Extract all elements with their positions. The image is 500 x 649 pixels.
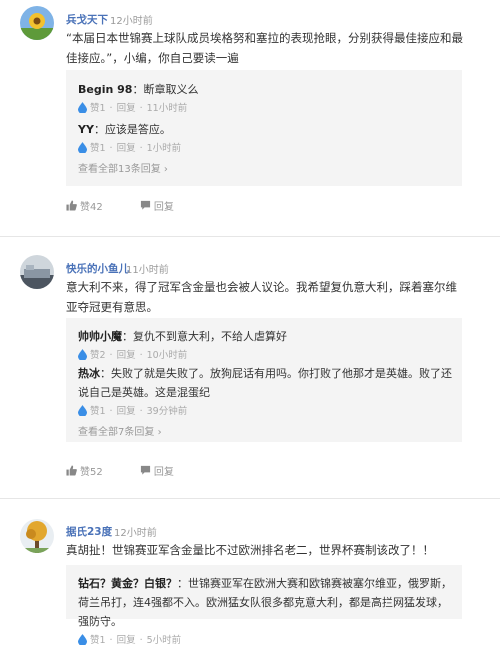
comment-actions: 赞42 回复 (66, 198, 208, 214)
reply-item: 热冰：失败了就是失败了。放狗屁话有用吗。你打败了他那才是英雄。败了还说自己是英雄… (78, 367, 452, 417)
reply-box: 帅帅小魔：复仇不到意大利，不给人虐算好 赞2 · 回复 · 10小时前 热冰：失败了就是… (66, 318, 462, 442)
reply-author[interactable]: 帅帅小魔 (78, 330, 122, 343)
reply-action-label: 回复 (153, 202, 174, 213)
reply-button[interactable]: 回复 (117, 103, 136, 114)
reply-text: 失败了就是失败了。放狗屁话有用吗。你打败了他那才是英雄。败了还说自己是英雄。这是… (78, 367, 452, 399)
thumbs-up-icon (66, 200, 77, 211)
reply-separator: ： (93, 123, 105, 136)
reply-button[interactable]: 回复 (117, 406, 136, 417)
reply-button[interactable]: 回复 (117, 635, 136, 646)
reply-item: Begin 98：断章取义么 赞1 · 回复 · 11小时前 (78, 83, 199, 114)
reply-button[interactable]: 回复 (117, 350, 136, 361)
username[interactable]: 兵戈天下 (66, 12, 108, 27)
reply-action-label: 回复 (153, 467, 174, 478)
reply-item: 钻石？黄金？白银？：世锦赛亚军在欧洲大赛和欧锦赛被塞尔维亚，俄罗斯，荷兰吊打，连… (78, 577, 452, 646)
reply-box: 钻石？黄金？白银？：世锦赛亚军在欧洲大赛和欧锦赛被塞尔维亚，俄罗斯，荷兰吊打，连… (66, 565, 462, 646)
username[interactable]: 快乐的小鱼儿 (66, 261, 129, 276)
view-all-replies-label: 查看全部7条回复 (78, 427, 155, 438)
reply-author[interactable]: 热冰 (78, 367, 100, 380)
reply-author[interactable]: Begin 98 (78, 83, 132, 96)
reply-like-count[interactable]: 赞2 (90, 350, 106, 361)
avatar[interactable] (20, 6, 54, 40)
comment-text: 意大利不来，得了冠军含金量也会被人议论。我希望复仇意大利，踩着塞尔维亚夺冠更有意… (66, 280, 457, 314)
comment-time: 12小时前 (110, 16, 153, 27)
comment-bubble-icon (140, 465, 151, 475)
reply-time: 39分钟前 (146, 406, 188, 417)
chevron-right-icon: › (163, 164, 168, 175)
like-button[interactable]: 赞52 (66, 463, 103, 478)
avatar[interactable] (20, 255, 54, 289)
like-drop-icon[interactable] (78, 142, 87, 153)
like-drop-icon[interactable] (78, 634, 87, 645)
reply-action-button[interactable]: 回复 (140, 198, 174, 213)
like-button[interactable]: 赞42 (66, 198, 103, 213)
reply-separator: ： (122, 330, 133, 343)
comment-text: 真胡扯！世锦赛亚军含金量比不过欧洲排名老二，世界杯赛制该改了！！ (66, 543, 434, 557)
view-all-replies-link[interactable]: 查看全部7条回复 › (78, 423, 162, 438)
reply-text: 断章取义么 (143, 83, 199, 96)
comment-actions: 赞52 回复 (66, 463, 208, 479)
comment-item: 快乐的小鱼儿 11小时前 意大利不来，得了冠军含金量也会被人议论。我希望复仇意大… (0, 237, 500, 480)
reply-text: 复仇不到意大利，不给人虐算好 (133, 330, 287, 343)
reply-like-count[interactable]: 赞1 (90, 406, 106, 417)
comment-item: 兵戈天下 12小时前 “本届日本世锦赛上球队成员埃格努和塞拉的表现抢眼，分别获得… (0, 0, 500, 230)
reply-like-count[interactable]: 赞1 (90, 143, 106, 154)
like-drop-icon[interactable] (78, 102, 87, 113)
reply-time: 10小时前 (146, 350, 188, 361)
comment-item: 据氏23度 12小时前 真胡扯！世锦赛亚军含金量比不过欧洲排名老二，世界杯赛制该… (0, 499, 500, 646)
like-count: 赞42 (80, 202, 103, 213)
username[interactable]: 据氏23度 (66, 524, 112, 539)
reply-separator: ： (100, 367, 111, 380)
reply-like-count[interactable]: 赞1 (90, 103, 106, 114)
view-all-replies-label: 查看全部13条回复 (78, 164, 161, 175)
like-drop-icon[interactable] (78, 349, 87, 360)
reply-item: YY：应该是答应。 赞1 · 回复 · 1小时前 (78, 123, 182, 154)
chevron-right-icon: › (157, 427, 162, 438)
comment-bubble-icon (140, 200, 151, 210)
comment-time: 11小时前 (126, 265, 169, 276)
reply-text: 应该是答应。 (104, 123, 171, 136)
avatar[interactable] (20, 519, 54, 553)
reply-time: 11小时前 (146, 103, 188, 114)
reply-item: 帅帅小魔：复仇不到意大利，不给人虐算好 赞2 · 回复 · 10小时前 (78, 330, 287, 361)
like-drop-icon[interactable] (78, 405, 87, 416)
thumbs-up-icon (66, 465, 77, 476)
reply-separator: ： (132, 83, 144, 96)
like-count: 赞52 (80, 467, 103, 478)
view-all-replies-link[interactable]: 查看全部13条回复 › (78, 160, 168, 175)
comment-time: 12小时前 (114, 528, 157, 539)
reply-time: 1小时前 (146, 143, 182, 154)
reply-time: 5小时前 (146, 635, 182, 646)
reply-separator: ： (177, 577, 188, 590)
reply-like-count[interactable]: 赞1 (90, 635, 106, 646)
reply-box: Begin 98：断章取义么 赞1 · 回复 · 11小时前 YY：应该是答应。 赞1 ·… (66, 70, 462, 186)
reply-button[interactable]: 回复 (117, 143, 136, 154)
reply-author[interactable]: YY (78, 123, 94, 136)
comment-text: “本届日本世锦赛上球队成员埃格努和塞拉的表现抢眼，分别获得最佳接应和最佳接应。”… (66, 31, 463, 65)
reply-action-button[interactable]: 回复 (140, 463, 174, 478)
reply-author[interactable]: 钻石？黄金？白银？ (78, 577, 177, 590)
